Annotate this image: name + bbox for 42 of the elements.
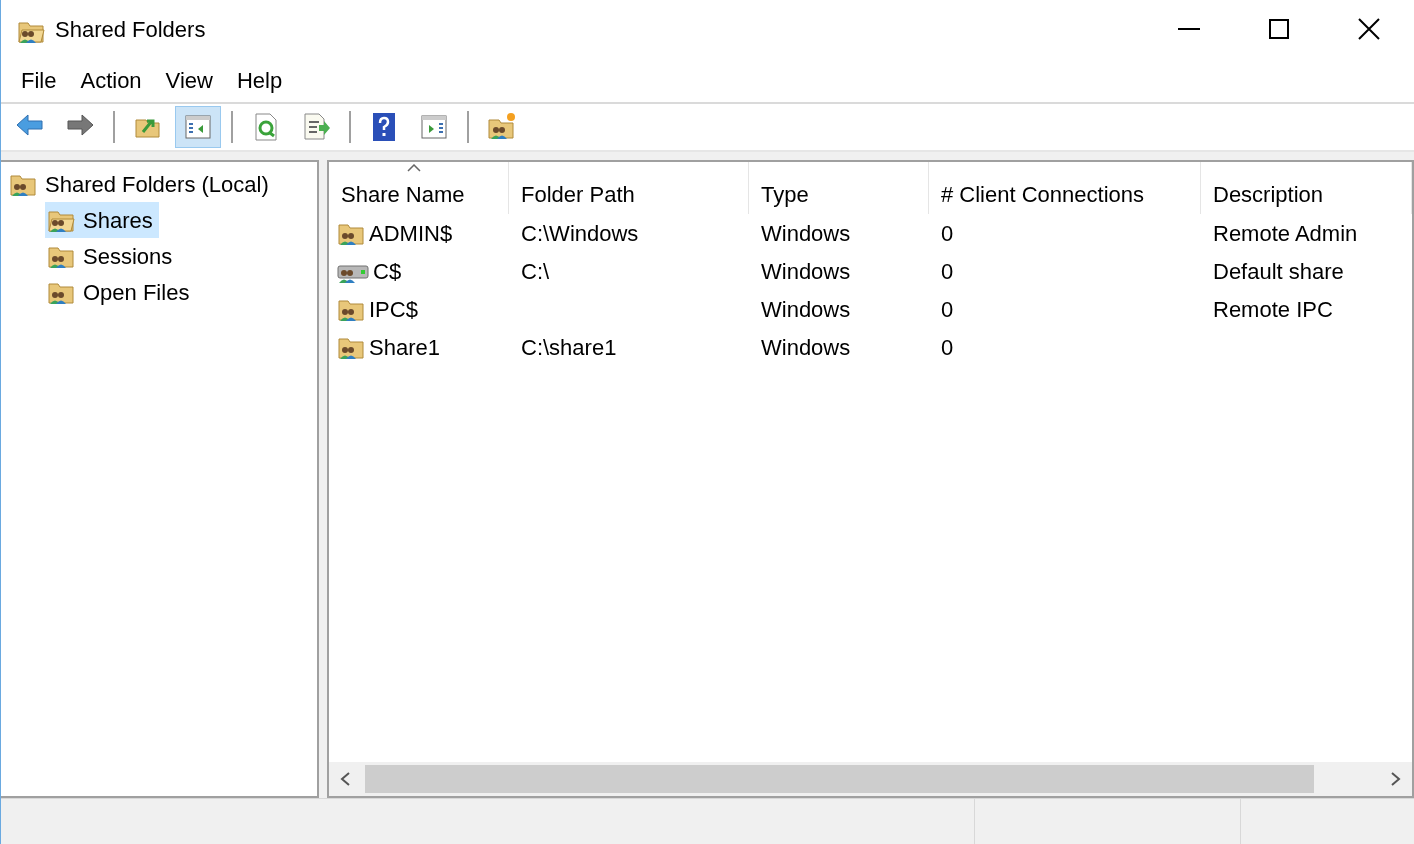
column-header[interactable]: Type — [749, 162, 929, 214]
share-name[interactable]: IPC$ — [369, 292, 418, 326]
table-cell-text: Windows — [761, 219, 851, 248]
table-cell-text: 0 — [941, 333, 954, 362]
share-name[interactable]: C$ — [373, 254, 402, 288]
menu-item[interactable]: View — [153, 61, 225, 99]
menu-item[interactable]: Help — [224, 61, 295, 99]
table-cell-text: Windows — [761, 257, 851, 286]
scrollbar-thumb[interactable] — [365, 765, 1314, 793]
window-title: Shared Folders — [55, 15, 206, 44]
table-cell-text: 0 — [941, 295, 954, 324]
table-cell-text: Remote IPC — [1213, 295, 1333, 324]
table-cell-text: Default share — [1213, 257, 1344, 286]
window-pane-icon — [419, 112, 449, 142]
menu-item[interactable]: Action — [68, 61, 154, 99]
folder-star-icon — [487, 112, 517, 142]
share-name[interactable]: ADMIN$ — [369, 216, 453, 250]
tree-item[interactable]: Open Files — [45, 274, 196, 310]
share-name[interactable]: Share1 — [369, 330, 440, 364]
horizontal-scrollbar[interactable] — [329, 762, 1412, 796]
close-icon — [1357, 17, 1381, 41]
table-cell-text: 0 — [941, 219, 954, 248]
export-list-icon — [301, 112, 331, 142]
table-cell-text: Windows — [761, 295, 851, 324]
column-header[interactable]: Share Name — [329, 162, 509, 214]
table-cell-text: Windows — [761, 333, 851, 362]
table-cell-text: C:\share1 — [521, 333, 617, 362]
column-header[interactable]: Description — [1201, 162, 1412, 214]
table-cell-text: C:\Windows — [521, 219, 639, 248]
toolbar-button[interactable] — [175, 106, 221, 148]
table-cell-text: 0 — [941, 257, 954, 286]
minimize-icon — [1178, 28, 1200, 30]
maximize-icon — [1268, 18, 1290, 40]
table-cell-text: Remote Admin — [1213, 219, 1358, 248]
table-cell-text: C:\ — [521, 257, 550, 286]
window-pane-icon — [183, 112, 213, 142]
column-header[interactable]: # Client Connections — [929, 162, 1201, 214]
tree-item[interactable]: Shared Folders (Local) — [7, 166, 275, 202]
tree-item[interactable]: Sessions — [45, 238, 179, 274]
tree-item[interactable]: Shares — [45, 202, 159, 238]
column-header[interactable]: Folder Path — [509, 162, 749, 214]
menu-item[interactable]: File — [9, 61, 69, 99]
